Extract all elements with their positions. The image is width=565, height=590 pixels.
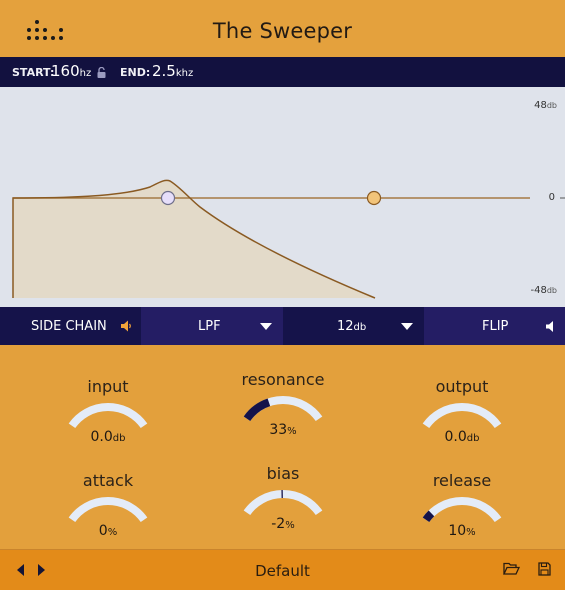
start-frequency-handle: [162, 192, 175, 205]
knob-fill: [247, 402, 269, 418]
axis-bottom-value: -48: [531, 285, 547, 296]
floppy-disk-icon[interactable]: [538, 562, 551, 576]
knob-value: 33%: [218, 422, 348, 438]
filter-type-dropdown[interactable]: LPF: [141, 307, 283, 345]
folder-open-icon[interactable]: [503, 562, 520, 575]
knob-track: [72, 407, 144, 426]
knob-label: release: [397, 471, 527, 490]
release-knob[interactable]: release 10%: [397, 471, 527, 551]
header: The Sweeper: [0, 0, 565, 57]
slope-unit: db: [354, 322, 367, 333]
end-value: 2.5: [152, 62, 176, 80]
slope-number: 12: [337, 319, 354, 334]
start-frequency[interactable]: 160hz: [51, 62, 91, 80]
knob-value-number: 0.0: [91, 429, 113, 445]
knob-track: [426, 407, 498, 426]
knob-value: 10%: [397, 523, 527, 539]
knob-value: 0.0db: [397, 429, 527, 445]
knob-track: [426, 501, 498, 520]
knob-value-unit: %: [466, 527, 476, 538]
axis-top-unit: db: [547, 101, 557, 110]
knob-value-number: 0: [99, 523, 108, 539]
speaker-icon: [121, 320, 132, 332]
knob-value-number: 0.0: [445, 429, 467, 445]
chevron-down-icon: [401, 323, 413, 330]
axis-label-top: 48db: [534, 100, 557, 111]
preset-name[interactable]: Default: [0, 562, 565, 580]
knob-value-number: -2: [271, 516, 285, 532]
axis-label-bottom: -48db: [531, 285, 558, 296]
knob-value-unit: %: [287, 426, 297, 437]
start-value: 160: [51, 62, 80, 80]
end-frequency[interactable]: 2.5khz: [152, 62, 193, 80]
end-unit: khz: [176, 68, 193, 79]
end-label: END:: [120, 66, 150, 79]
knob-track: [72, 501, 144, 520]
knob-label: attack: [43, 471, 173, 490]
bias-knob[interactable]: bias -2%: [218, 464, 348, 544]
filter-toolbar: SIDE CHAIN LPF 12db FLIP: [0, 307, 565, 345]
end-frequency-handle: [368, 192, 381, 205]
knob-value-unit: db: [467, 433, 480, 444]
side-chain-label: SIDE CHAIN: [31, 319, 107, 334]
knob-panel: input 0.0db resonance 33% output 0.0db a…: [0, 345, 565, 549]
axis-top-value: 48: [534, 100, 547, 111]
preset-footer: Default: [0, 549, 565, 590]
knob-label: input: [43, 377, 173, 396]
start-unit: hz: [80, 68, 92, 79]
knob-label: resonance: [218, 370, 348, 389]
output-knob[interactable]: output 0.0db: [397, 377, 527, 457]
unlocked-lock-icon[interactable]: [97, 67, 106, 78]
plugin-title: The Sweeper: [0, 19, 565, 43]
start-label: START:: [12, 66, 54, 79]
knob-value-number: 10: [448, 523, 466, 539]
filter-type-value: LPF: [198, 319, 221, 334]
filter-curve-svg: [0, 87, 565, 307]
attack-knob[interactable]: attack 0%: [43, 471, 173, 551]
side-chain-toggle[interactable]: SIDE CHAIN: [0, 307, 141, 345]
knob-label: bias: [218, 464, 348, 483]
resonance-knob[interactable]: resonance 33%: [218, 370, 348, 450]
axis-label-mid: 0: [549, 192, 555, 203]
filter-response-graph[interactable]: 48db 0 -48db: [0, 87, 565, 307]
knob-value-unit: %: [108, 527, 118, 538]
knob-track: [247, 494, 319, 513]
knob-value: -2%: [218, 516, 348, 532]
axis-bottom-unit: db: [547, 286, 557, 295]
knob-value-unit: db: [113, 433, 126, 444]
speaker-icon: [546, 321, 554, 332]
chevron-down-icon: [260, 323, 272, 330]
knob-value-unit: %: [285, 520, 295, 531]
frequency-range-bar: START: 160hz END: 2.5khz: [0, 57, 565, 87]
input-knob[interactable]: input 0.0db: [43, 377, 173, 457]
flip-toggle[interactable]: FLIP: [424, 307, 565, 345]
slope-value: 12db: [337, 319, 366, 334]
knob-value: 0%: [43, 523, 173, 539]
knob-value-number: 33: [269, 422, 287, 438]
knob-fill: [426, 513, 431, 519]
knob-value: 0.0db: [43, 429, 173, 445]
flip-label: FLIP: [482, 319, 508, 334]
slope-dropdown[interactable]: 12db: [283, 307, 424, 345]
knob-label: output: [397, 377, 527, 396]
